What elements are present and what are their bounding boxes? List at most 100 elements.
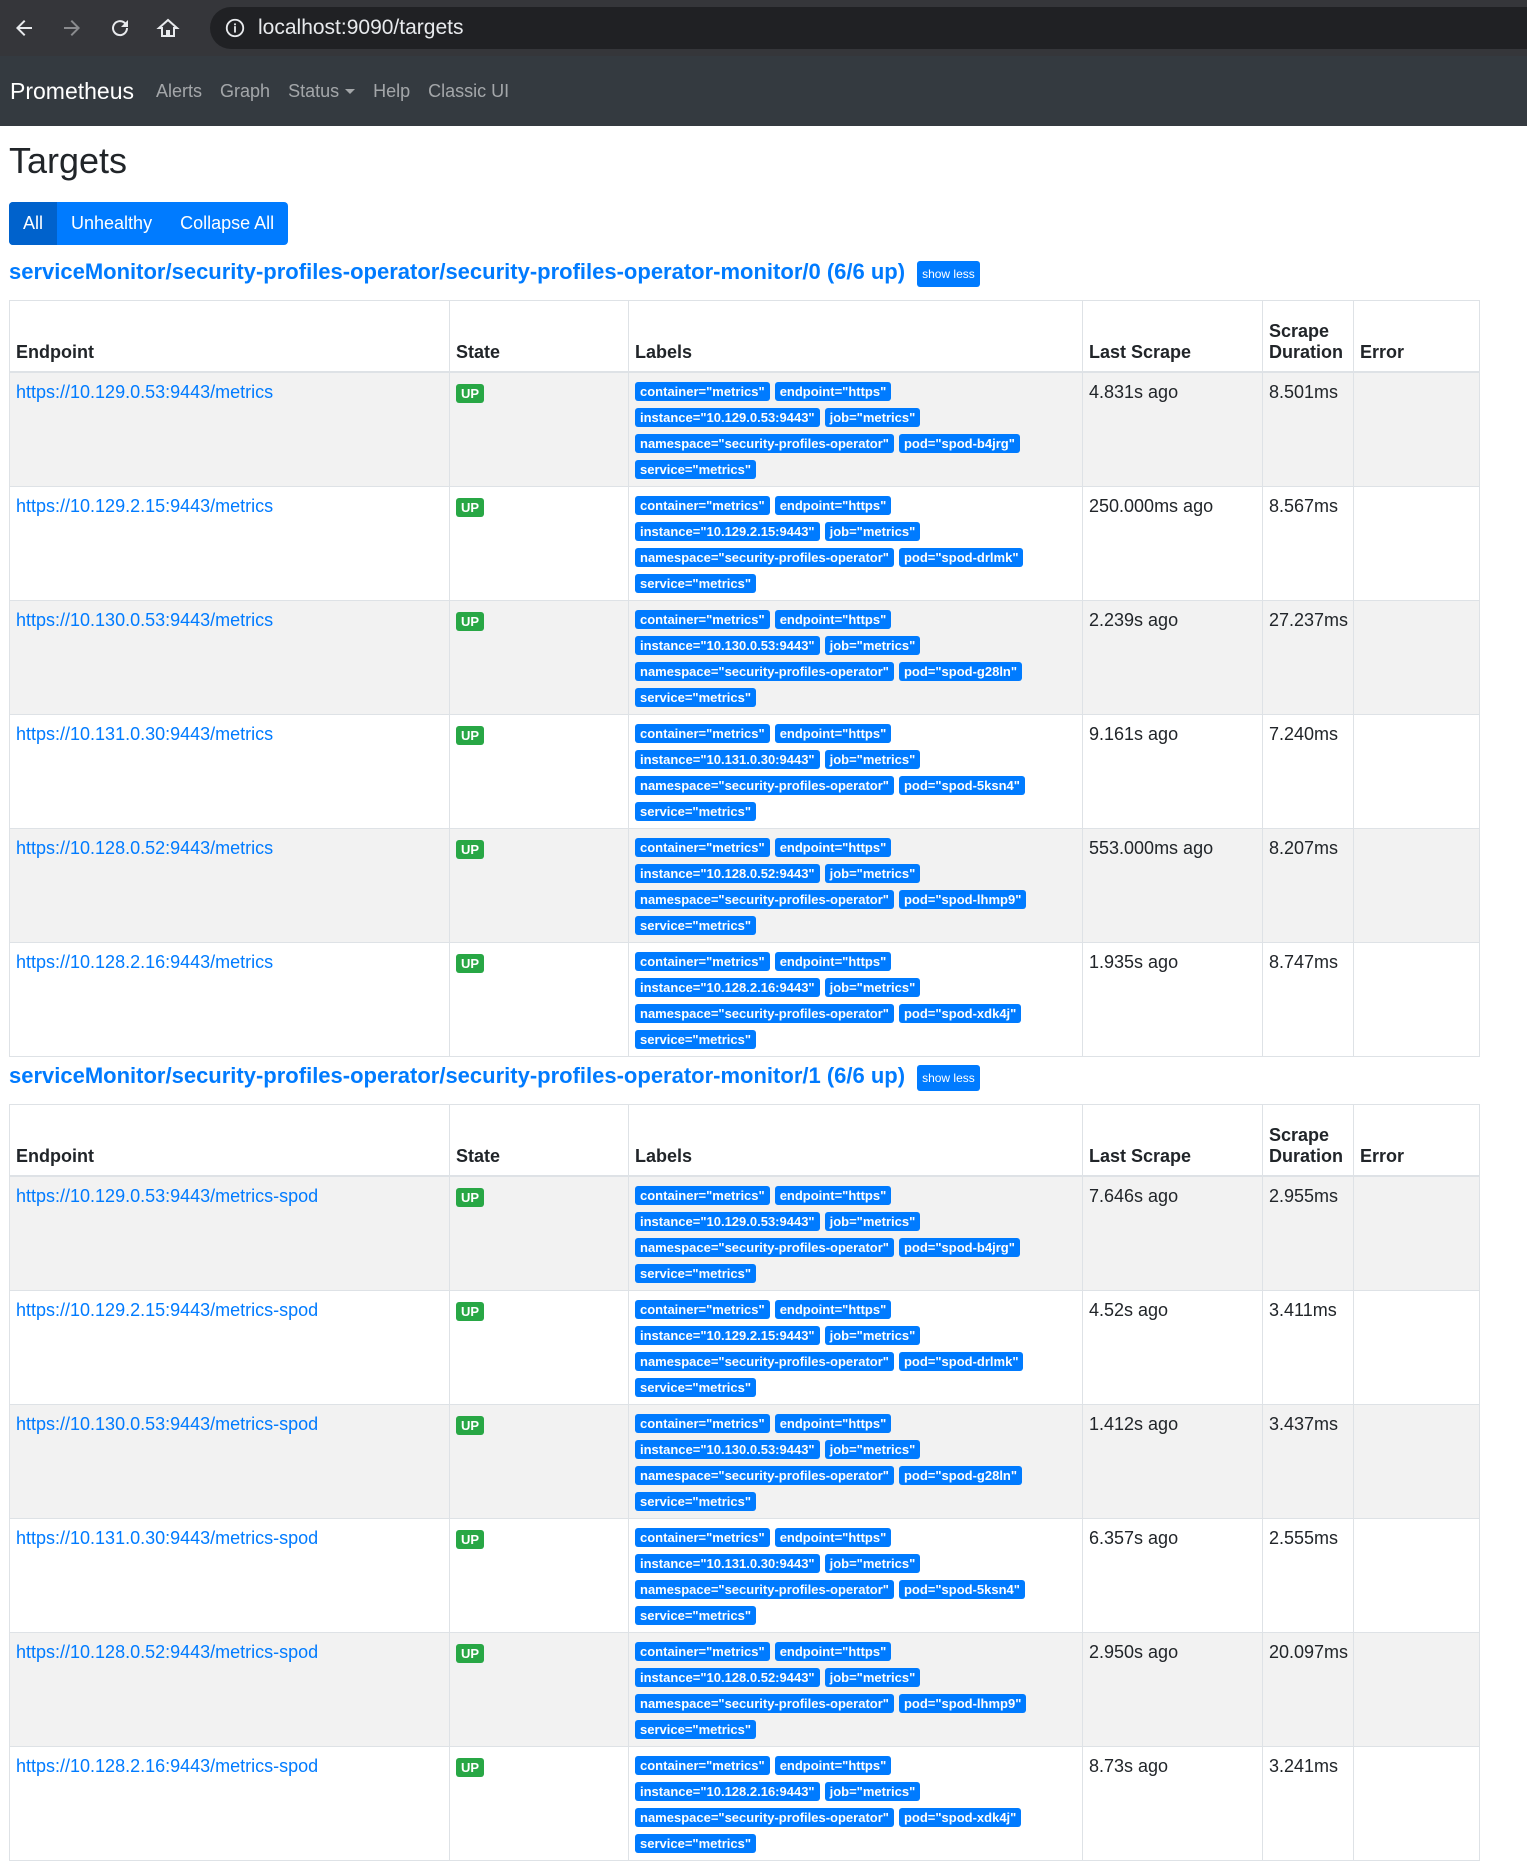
label-badge: namespace="security-profiles-operator"	[635, 1352, 894, 1371]
target-pools: serviceMonitor/security-profiles-operato…	[9, 253, 1527, 1861]
label-badge: namespace="security-profiles-operator"	[635, 1808, 894, 1827]
brand-link[interactable]: Prometheus	[10, 78, 134, 105]
endpoint-link[interactable]: https://10.128.2.16:9443/metrics-spod	[16, 1756, 318, 1776]
pool-header: serviceMonitor/security-profiles-operato…	[9, 253, 1527, 291]
scrape-duration-line1: Scrape	[1269, 1125, 1330, 1145]
endpoint-link[interactable]: https://10.130.0.53:9443/metrics-spod	[16, 1414, 318, 1434]
state-badge: UP	[456, 1758, 485, 1777]
nav-status[interactable]: Status	[288, 81, 356, 102]
endpoint-cell: https://10.131.0.30:9443/metrics	[9, 714, 450, 829]
label-badge: job="metrics"	[824, 522, 921, 541]
label-badge: service="metrics"	[635, 1264, 756, 1283]
column-header-labels: Labels	[628, 1104, 1083, 1177]
column-header-last-scrape: Last Scrape	[1082, 300, 1263, 373]
endpoint-link[interactable]: https://10.131.0.30:9443/metrics-spod	[16, 1528, 318, 1548]
info-icon[interactable]	[224, 17, 246, 39]
label-badge: endpoint="https"	[774, 496, 892, 515]
label-badge: instance="10.131.0.30:9443"	[635, 1554, 820, 1573]
filter-all-button[interactable]: All	[9, 202, 58, 245]
last-scrape-cell: 1.935s ago	[1082, 942, 1263, 1057]
label-badge: pod="spod-b4jrg"	[898, 1238, 1020, 1257]
column-header-last-scrape: Last Scrape	[1082, 1104, 1263, 1177]
top-navbar: Prometheus Alerts Graph Status Help Clas…	[0, 56, 1527, 126]
label-badge: container="metrics"	[635, 1642, 770, 1661]
pool-title-link[interactable]: serviceMonitor/security-profiles-operato…	[9, 1063, 905, 1089]
scrape-duration-cell: 3.437ms	[1262, 1404, 1354, 1519]
last-scrape-cell: 7.646s ago	[1082, 1175, 1263, 1291]
label-badge: instance="10.131.0.30:9443"	[635, 750, 820, 769]
url-text[interactable]: localhost:9090/targets	[258, 16, 463, 40]
endpoint-link[interactable]: https://10.130.0.53:9443/metrics	[16, 610, 273, 630]
labels-cell: container="metrics" endpoint="https" insta…	[628, 1632, 1083, 1747]
label-badge: container="metrics"	[635, 1414, 770, 1433]
label-badge: container="metrics"	[635, 838, 770, 857]
filter-unhealthy-button[interactable]: Unhealthy	[57, 202, 166, 245]
error-cell	[1353, 1518, 1480, 1633]
label-badge: container="metrics"	[635, 382, 770, 401]
nav-help[interactable]: Help	[373, 81, 410, 102]
endpoint-link[interactable]: https://10.128.2.16:9443/metrics	[16, 952, 273, 972]
label-badge: service="metrics"	[635, 1030, 756, 1049]
label-badge: service="metrics"	[635, 802, 756, 821]
show-less-button[interactable]: show less	[917, 1065, 980, 1091]
label-badge: service="metrics"	[635, 1378, 756, 1397]
home-icon[interactable]	[144, 0, 192, 56]
labels-list: container="metrics" endpoint="https" insta…	[635, 1756, 1075, 1860]
label-badge: namespace="security-profiles-operator"	[635, 662, 894, 681]
forward-icon[interactable]	[48, 0, 96, 56]
label-badge: namespace="security-profiles-operator"	[635, 1694, 894, 1713]
show-less-button[interactable]: show less	[917, 261, 980, 287]
state-cell: UP	[449, 600, 629, 715]
endpoint-link[interactable]: https://10.129.2.15:9443/metrics	[16, 496, 273, 516]
table-row: https://10.131.0.30:9443/metrics UP cont…	[9, 714, 1480, 829]
back-icon[interactable]	[0, 0, 48, 56]
pool-header: serviceMonitor/security-profiles-operato…	[9, 1057, 1527, 1095]
state-cell: UP	[449, 942, 629, 1057]
endpoint-link[interactable]: https://10.129.0.53:9443/metrics-spod	[16, 1186, 318, 1206]
last-scrape-cell: 6.357s ago	[1082, 1518, 1263, 1633]
label-badge: service="metrics"	[635, 1492, 756, 1511]
label-badge: job="metrics"	[824, 750, 921, 769]
state-cell: UP	[449, 1632, 629, 1747]
label-badge: container="metrics"	[635, 1186, 770, 1205]
table-row: https://10.129.2.15:9443/metrics-spod UP…	[9, 1290, 1480, 1405]
label-badge: instance="10.129.0.53:9443"	[635, 408, 820, 427]
state-cell: UP	[449, 486, 629, 601]
endpoint-link[interactable]: https://10.129.0.53:9443/metrics	[16, 382, 273, 402]
error-cell	[1353, 1746, 1480, 1861]
endpoint-link[interactable]: https://10.128.0.52:9443/metrics	[16, 838, 273, 858]
label-badge: job="metrics"	[824, 636, 921, 655]
scrape-duration-cell: 8.207ms	[1262, 828, 1354, 943]
nav-classic-ui[interactable]: Classic UI	[428, 81, 509, 102]
label-badge: pod="spod-drlmk"	[898, 1352, 1024, 1371]
label-badge: endpoint="https"	[774, 382, 892, 401]
collapse-all-button[interactable]: Collapse All	[166, 202, 288, 245]
endpoint-cell: https://10.129.0.53:9443/metrics	[9, 371, 450, 487]
scrape-duration-line1: Scrape	[1269, 321, 1330, 341]
label-badge: pod="spod-lhmp9"	[898, 890, 1027, 909]
endpoint-cell: https://10.129.0.53:9443/metrics-spod	[9, 1175, 450, 1291]
table-row: https://10.129.0.53:9443/metrics-spod UP…	[9, 1175, 1480, 1291]
endpoint-link[interactable]: https://10.129.2.15:9443/metrics-spod	[16, 1300, 318, 1320]
scrape-duration-cell: 7.240ms	[1262, 714, 1354, 829]
reload-icon[interactable]	[96, 0, 144, 56]
label-badge: pod="spod-5ksn4"	[898, 776, 1025, 795]
address-bar[interactable]: localhost:9090/targets	[210, 7, 1527, 49]
nav-alerts[interactable]: Alerts	[156, 81, 202, 102]
label-badge: instance="10.128.0.52:9443"	[635, 864, 820, 883]
nav-graph[interactable]: Graph	[220, 81, 270, 102]
last-scrape-cell: 2.239s ago	[1082, 600, 1263, 715]
endpoint-link[interactable]: https://10.131.0.30:9443/metrics	[16, 724, 273, 744]
targets-table: Endpoint State Labels Last Scrape Scrape…	[9, 300, 1480, 1057]
label-badge: namespace="security-profiles-operator"	[635, 1580, 894, 1599]
label-badge: endpoint="https"	[774, 838, 892, 857]
label-badge: instance="10.130.0.53:9443"	[635, 636, 820, 655]
endpoint-link[interactable]: https://10.128.0.52:9443/metrics-spod	[16, 1642, 318, 1662]
label-badge: endpoint="https"	[774, 1642, 892, 1661]
pool-title-link[interactable]: serviceMonitor/security-profiles-operato…	[9, 259, 905, 285]
label-badge: container="metrics"	[635, 724, 770, 743]
label-badge: service="metrics"	[635, 1834, 756, 1853]
labels-cell: container="metrics" endpoint="https" insta…	[628, 600, 1083, 715]
labels-cell: container="metrics" endpoint="https" insta…	[628, 371, 1083, 487]
scrape-duration-cell: 27.237ms	[1262, 600, 1354, 715]
